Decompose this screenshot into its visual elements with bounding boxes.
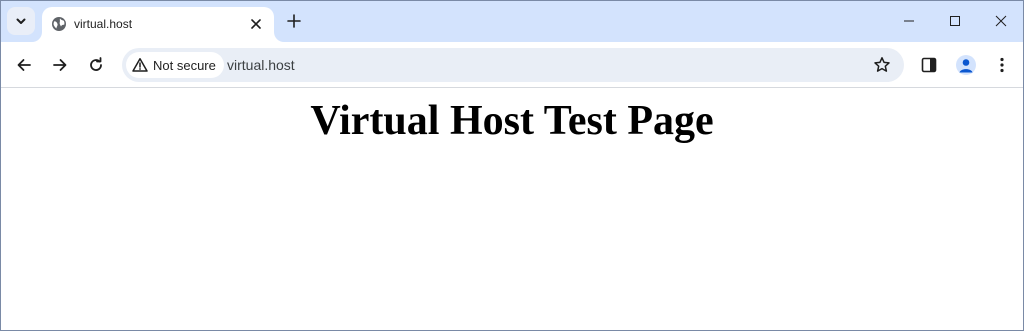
page-heading: Virtual Host Test Page: [310, 98, 714, 144]
kebab-menu-icon: [1000, 57, 1004, 73]
side-panel-icon: [921, 57, 937, 73]
back-button[interactable]: [10, 51, 38, 79]
browser-toolbar: Not secure virtual.host: [1, 42, 1023, 88]
url-text[interactable]: virtual.host: [227, 57, 295, 73]
avatar: [956, 55, 976, 75]
forward-button[interactable]: [46, 51, 74, 79]
star-icon: [874, 57, 890, 72]
security-chip[interactable]: Not secure: [126, 52, 224, 78]
minimize-icon: [904, 20, 914, 22]
minimize-button[interactable]: [886, 1, 932, 41]
tab-strip: virtual.host: [1, 1, 1023, 42]
arrow-right-icon: [53, 59, 67, 71]
reload-button[interactable]: [82, 51, 110, 79]
page-content: Virtual Host Test Page: [1, 89, 1023, 330]
browser-window: virtual.host Not secure virtual.host Vir…: [0, 0, 1024, 331]
tab-title: virtual.host: [74, 17, 133, 31]
menu-button[interactable]: [988, 51, 1016, 79]
reload-icon: [90, 57, 102, 71]
close-icon: [995, 15, 1007, 27]
plus-icon: [287, 14, 301, 28]
tab-close-button[interactable]: [246, 14, 266, 34]
profile-button[interactable]: [952, 51, 980, 79]
arrow-left-icon: [17, 59, 31, 71]
tab-active[interactable]: virtual.host: [42, 7, 274, 42]
new-tab-button[interactable]: [282, 9, 306, 33]
address-bar[interactable]: Not secure virtual.host: [122, 48, 904, 82]
warning-icon: [132, 58, 148, 72]
person-icon: [959, 59, 973, 73]
maximize-icon: [950, 16, 960, 26]
maximize-button[interactable]: [932, 1, 978, 41]
bookmark-button[interactable]: [872, 55, 892, 75]
tab-search-button[interactable]: [7, 7, 35, 35]
side-panel-button[interactable]: [915, 51, 943, 79]
close-icon: [251, 19, 261, 29]
globe-icon: [52, 17, 66, 31]
close-window-button[interactable]: [978, 1, 1023, 41]
chevron-down-icon: [16, 18, 26, 24]
security-label: Not secure: [153, 57, 216, 73]
